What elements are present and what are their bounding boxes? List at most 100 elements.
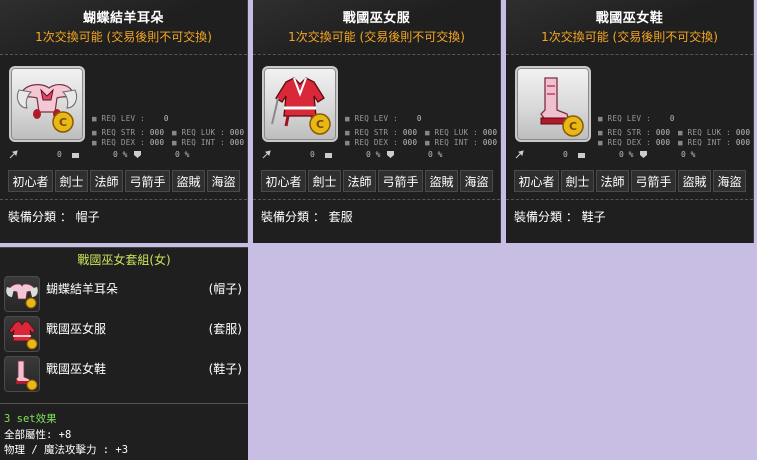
job-pirate: 海盜 [713,170,746,192]
set-item-type: (套服) [208,322,242,336]
stat-row: 0 0 % 0 % [515,150,749,162]
job-warrior: 劍士 [55,170,88,192]
job-list: 初心者 劍士 法師 弓箭手 盜賊 海盜 [8,170,240,192]
req-dex: ■ REQ DEX : 000 [92,138,165,147]
req-dex: ■ REQ DEX : 000 [345,138,418,147]
hat-icon [4,276,40,312]
job-pirate: 海盜 [207,170,240,192]
divider [253,199,500,200]
set-item: 蝴蝶結羊耳朵 (帽子) [4,276,244,312]
job-beginner: 初心者 [514,170,559,192]
job-warrior: 劍士 [561,170,594,192]
job-pirate: 海盜 [460,170,493,192]
wrench-icon [9,150,18,159]
stat-b: 0 % [113,150,128,159]
job-beginner: 初心者 [261,170,306,192]
set-effect-line: 物理 / 魔法攻擊力 : +3 [4,444,129,456]
stat-c: 0 % [175,150,190,159]
stat-a: 0 [563,150,568,159]
req-luk: ■ REQ LUK : 000 [678,128,751,137]
trade-note: 1次交換可能 (交易後則不可交換) [541,30,718,44]
req-int: ■ REQ INT : 000 [425,138,498,147]
set-title: 戰國巫女套組(女) [77,253,171,267]
item-tooltip-outfit: 戰國巫女服 1次交換可能 (交易後則不可交換) C ■ REQ LEV : 0 … [253,0,501,243]
stat-a: 0 [310,150,315,159]
shield-icon [640,151,647,158]
req-int: ■ REQ INT : 000 [172,138,245,147]
job-archer: 弓箭手 [125,170,170,192]
job-archer: 弓箭手 [378,170,423,192]
item-name: 蝴蝶結羊耳朵 [82,11,164,26]
req-luk: ■ REQ LUK : 000 [425,128,498,137]
set-item: 戰國巫女服 (套服) [4,316,244,352]
req-lev: ■ REQ LEV : 0 [92,114,169,123]
stat-row: 0 0 % 0 % [262,150,496,162]
set-effect-header: 3 set效果 [4,413,57,425]
job-thief: 盜賊 [172,170,205,192]
set-item-type: (鞋子) [208,362,242,376]
item-tooltip-shoes: 戰國巫女鞋 1次交換可能 (交易後則不可交換) C ■ REQ LEV : 0 … [506,0,754,243]
shield-icon [134,151,141,158]
wrench-icon [262,150,271,159]
set-item-name: 戰國巫女鞋 [46,362,107,376]
stat-a: 0 [57,150,62,159]
divider [0,403,248,404]
req-lev: ■ REQ LEV : 0 [345,114,422,123]
item-name: 戰國巫女鞋 [595,11,664,26]
shield-icon [387,151,394,158]
item-icon-frame: C [9,66,85,142]
trade-note: 1次交換可能 (交易後則不可交換) [288,30,465,44]
req-int: ■ REQ INT : 000 [678,138,751,147]
bag-icon [578,153,585,158]
outfit-icon [4,316,40,352]
svg-text:C: C [59,116,67,129]
divider [0,54,247,55]
equip-category: 裝備分類 ： 鞋子 [514,210,606,224]
bag-icon [325,153,332,158]
divider [506,54,753,55]
job-list: 初心者 劍士 法師 弓箭手 盜賊 海盜 [514,170,746,192]
job-thief: 盜賊 [425,170,458,192]
trade-note: 1次交換可能 (交易後則不可交換) [35,30,212,44]
set-item: 戰國巫女鞋 (鞋子) [4,356,244,392]
job-magician: 法師 [596,170,629,192]
set-item-type: (帽子) [208,282,242,296]
set-item-name: 戰國巫女服 [46,322,107,336]
req-str: ■ REQ STR : 000 [92,128,165,137]
set-effect-line: 全部屬性: +8 [4,429,72,441]
req-luk: ■ REQ LUK : 000 [172,128,245,137]
divider [253,54,500,55]
red-shrine-maiden-outfit-icon: C [271,77,331,135]
stat-c: 0 % [428,150,443,159]
job-list: 初心者 劍士 法師 弓箭手 盜賊 海盜 [261,170,493,192]
stat-row: 0 0 % 0 % [9,150,243,162]
stat-c: 0 % [681,150,696,159]
req-lev: ■ REQ LEV : 0 [598,114,675,123]
stat-b: 0 % [619,150,634,159]
divider [0,199,247,200]
pink-shrine-maiden-shoes-icon: C [540,77,584,137]
divider [506,199,753,200]
set-item-name: 蝴蝶結羊耳朵 [46,282,119,296]
item-name: 戰國巫女服 [342,11,411,26]
job-beginner: 初心者 [8,170,53,192]
req-dex: ■ REQ DEX : 000 [598,138,671,147]
req-str: ■ REQ STR : 000 [598,128,671,137]
item-icon-frame: C [515,66,591,142]
bag-icon [72,153,79,158]
stat-b: 0 % [366,150,381,159]
shoes-icon [4,356,40,392]
item-tooltip-hat: 蝴蝶結羊耳朵 1次交換可能 (交易後則不可交換) C ■ REQ LEV : 0… [0,0,248,243]
job-archer: 弓箭手 [631,170,676,192]
set-info-box: 戰國巫女套組(女) 蝴蝶結羊耳朵 (帽子) 戰國巫女服 (套服) 戰國巫女鞋 (… [0,247,248,460]
job-warrior: 劍士 [308,170,341,192]
job-thief: 盜賊 [678,170,711,192]
equip-category: 裝備分類 ： 帽子 [8,210,100,224]
item-icon-frame: C [262,66,338,142]
pink-bow-sheep-ears-hat-icon: C [16,84,78,133]
job-magician: 法師 [90,170,123,192]
svg-text:C: C [569,120,577,133]
svg-text:C: C [316,118,324,131]
req-str: ■ REQ STR : 000 [345,128,418,137]
wrench-icon [515,150,524,159]
